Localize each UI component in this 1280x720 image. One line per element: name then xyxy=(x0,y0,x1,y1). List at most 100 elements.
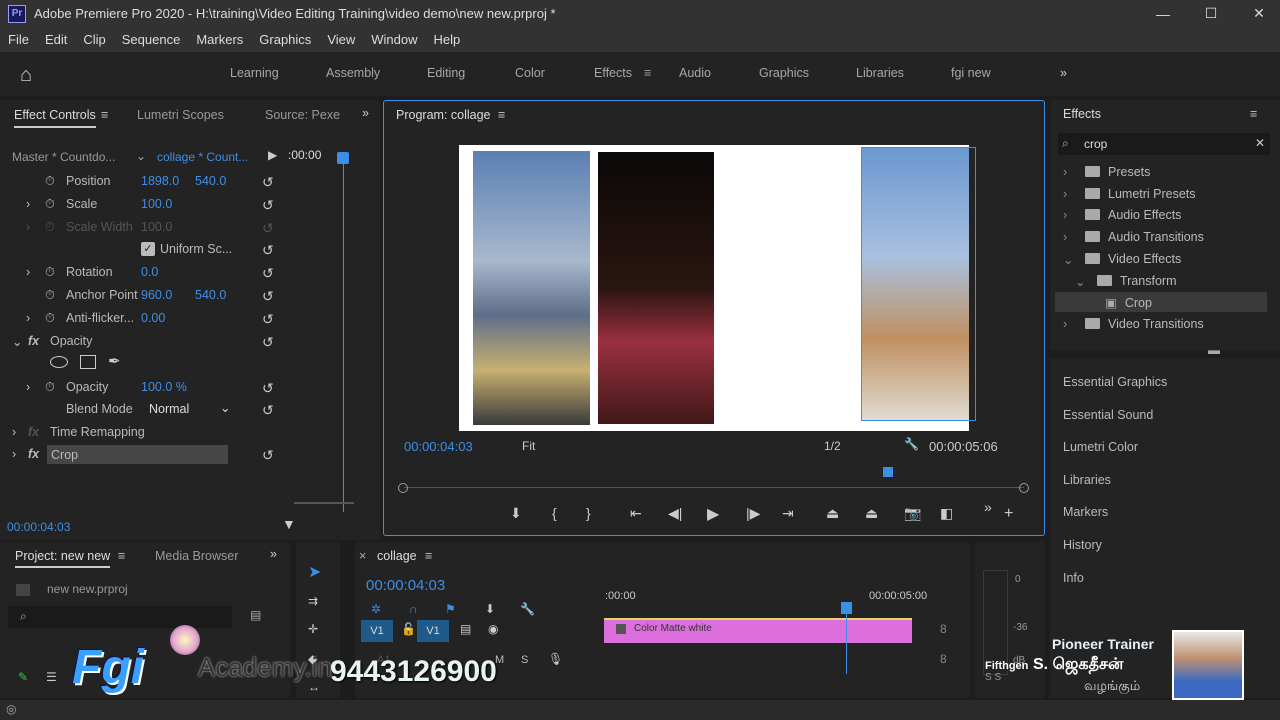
source-track-v1[interactable]: V1 xyxy=(361,620,393,642)
play-button[interactable]: ▶ xyxy=(707,504,719,524)
fx-icon[interactable]: fx xyxy=(28,447,39,461)
program-timecode[interactable]: 00:00:04:03 xyxy=(404,439,473,454)
timeline-clip[interactable]: Color Matte white xyxy=(604,618,912,643)
expand-chevron-icon[interactable]: › xyxy=(26,265,30,279)
close-tab-icon[interactable]: × xyxy=(359,549,366,563)
reset-icon[interactable]: ↺ xyxy=(262,380,274,397)
tab-media-browser[interactable]: Media Browser xyxy=(155,549,238,563)
workspace-fgi-new[interactable]: fgi new xyxy=(951,66,991,80)
stopwatch-icon[interactable]: ⏱ xyxy=(45,380,55,395)
tab-lumetri-scopes[interactable]: Lumetri Scopes xyxy=(137,108,224,122)
zoom-scrollbar[interactable] xyxy=(294,502,354,512)
menu-window[interactable]: Window xyxy=(363,32,425,47)
scale-value[interactable]: 100.0 xyxy=(141,197,172,211)
reset-icon[interactable]: ↺ xyxy=(262,197,274,214)
scroll-handle-right[interactable] xyxy=(1019,483,1029,493)
fit-dropdown[interactable]: Fit xyxy=(522,439,535,453)
track-height-icon[interactable]: 8 xyxy=(940,622,947,636)
go-to-in-icon[interactable]: ⇤ xyxy=(630,505,642,522)
expand-chevron-icon[interactable]: › xyxy=(26,197,30,211)
crop-effect-label[interactable]: Crop xyxy=(47,445,228,464)
panel-info[interactable]: Info xyxy=(1063,571,1084,585)
search-value[interactable]: crop xyxy=(1084,137,1107,151)
expand-chevron-icon[interactable]: › xyxy=(26,311,30,325)
ellipse-mask-icon[interactable] xyxy=(50,356,68,368)
workspace-learning[interactable]: Learning xyxy=(230,66,279,80)
uniform-scale-checkbox[interactable]: ✓ xyxy=(141,242,155,256)
pen-mask-icon[interactable]: ✒ xyxy=(108,352,121,370)
rectangle-mask-icon[interactable] xyxy=(80,355,96,369)
time-remapping-section[interactable]: › fx Time Remapping xyxy=(0,422,285,444)
effects-tree-item-presets[interactable]: › Presets xyxy=(1063,165,1150,179)
step-forward-icon[interactable]: |▶ xyxy=(746,505,760,522)
panel-menu-icon[interactable]: ≡ xyxy=(498,108,505,122)
minimize-button[interactable]: — xyxy=(1140,0,1186,27)
marker-icon[interactable]: ⬇ xyxy=(485,602,495,616)
tab-project[interactable]: Project: new new xyxy=(15,549,111,568)
fx-icon[interactable]: fx xyxy=(28,334,39,348)
filter-icon[interactable]: ▼ xyxy=(282,516,296,532)
effects-tree-item-video-effects[interactable]: ⌄ Video Effects xyxy=(1063,252,1181,267)
menu-clip[interactable]: Clip xyxy=(75,32,113,47)
menu-graphics[interactable]: Graphics xyxy=(251,32,319,47)
timeline-timecode[interactable]: 00:00:04:03 xyxy=(366,577,445,594)
comparison-view-icon[interactable]: ◧ xyxy=(940,505,953,522)
current-timecode[interactable]: 00:00:04:03 xyxy=(7,520,70,534)
go-to-out-icon[interactable]: ⇥ xyxy=(782,505,794,522)
selection-bounding-box[interactable] xyxy=(861,147,976,421)
extract-icon[interactable]: ⏏ xyxy=(865,505,878,522)
close-button[interactable]: ✕ xyxy=(1236,0,1280,27)
new-bin-icon[interactable]: ▤ xyxy=(250,608,261,622)
reset-icon[interactable]: ↺ xyxy=(262,242,274,259)
creative-cloud-icon[interactable]: ◎ xyxy=(6,702,16,716)
effects-tree-item-transform[interactable]: ⌄ Transform xyxy=(1063,274,1177,289)
panel-history[interactable]: History xyxy=(1063,538,1102,552)
panel-menu-icon[interactable]: ≡ xyxy=(1250,107,1257,121)
reset-icon[interactable]: ↺ xyxy=(262,174,274,191)
more-controls-icon[interactable]: » xyxy=(984,499,992,515)
panel-essential-graphics[interactable]: Essential Graphics xyxy=(1063,375,1167,389)
chevron-down-icon[interactable]: ⌄ xyxy=(136,149,146,163)
list-view-icon[interactable]: ☰ xyxy=(46,670,57,684)
track-select-tool-icon[interactable]: ⇉ xyxy=(308,594,318,608)
solo-buttons[interactable]: S S xyxy=(985,672,1001,683)
play-triangle-icon[interactable]: ▶ xyxy=(268,148,277,162)
mark-in-icon[interactable]: { xyxy=(552,505,557,521)
rotation-value[interactable]: 0.0 xyxy=(141,265,158,279)
effects-search-field[interactable]: ⌕ crop ✕ xyxy=(1058,133,1270,155)
selection-tool-icon[interactable]: ➤ xyxy=(308,562,321,582)
workspace-audio[interactable]: Audio xyxy=(679,66,711,80)
expand-chevron-icon[interactable]: › xyxy=(12,447,16,461)
clear-search-icon[interactable]: ✕ xyxy=(1255,136,1265,150)
track-height-icon[interactable]: 8 xyxy=(940,652,947,666)
anchor-y-value[interactable]: 540.0 xyxy=(195,288,226,302)
step-back-icon[interactable]: ◀| xyxy=(668,505,682,522)
menu-markers[interactable]: Markers xyxy=(188,32,251,47)
reset-icon[interactable]: ↺ xyxy=(262,334,274,351)
more-workspaces-icon[interactable]: » xyxy=(1060,66,1067,80)
menu-help[interactable]: Help xyxy=(426,32,469,47)
sync-lock-icon[interactable]: ▤ xyxy=(460,622,471,636)
panel-menu-icon[interactable]: ≡ xyxy=(425,549,432,563)
position-y-value[interactable]: 540.0 xyxy=(195,174,226,188)
home-icon[interactable]: ⌂ xyxy=(20,64,32,87)
expand-chevron-icon[interactable]: › xyxy=(26,380,30,394)
lift-icon[interactable]: ⏏ xyxy=(826,505,839,522)
panel-menu-icon[interactable]: ≡ xyxy=(118,549,125,563)
mark-out-icon[interactable]: } xyxy=(586,505,591,521)
workspace-assembly[interactable]: Assembly xyxy=(326,66,380,80)
scrub-bar[interactable] xyxy=(404,487,1024,488)
button-editor-icon[interactable]: + xyxy=(1004,505,1013,523)
workspace-effects[interactable]: Effects xyxy=(594,66,632,80)
menu-view[interactable]: View xyxy=(319,32,363,47)
reset-icon[interactable]: ↺ xyxy=(262,447,274,464)
effects-tree-item-lumetri-presets[interactable]: › Lumetri Presets xyxy=(1063,187,1196,201)
tab-source[interactable]: Source: Pexe xyxy=(265,108,340,122)
new-bin-icon[interactable]: ▬ xyxy=(1208,343,1220,357)
resolution-dropdown[interactable]: 1/2 xyxy=(824,439,841,453)
panel-libraries[interactable]: Libraries xyxy=(1063,473,1111,487)
anti-flicker-value[interactable]: 0.00 xyxy=(141,311,165,325)
stopwatch-icon[interactable]: ⏱ xyxy=(45,174,55,189)
collapse-chevron-icon[interactable]: ⌄ xyxy=(12,334,22,349)
effects-tree-item-crop[interactable]: ▣ Crop xyxy=(1055,292,1267,312)
